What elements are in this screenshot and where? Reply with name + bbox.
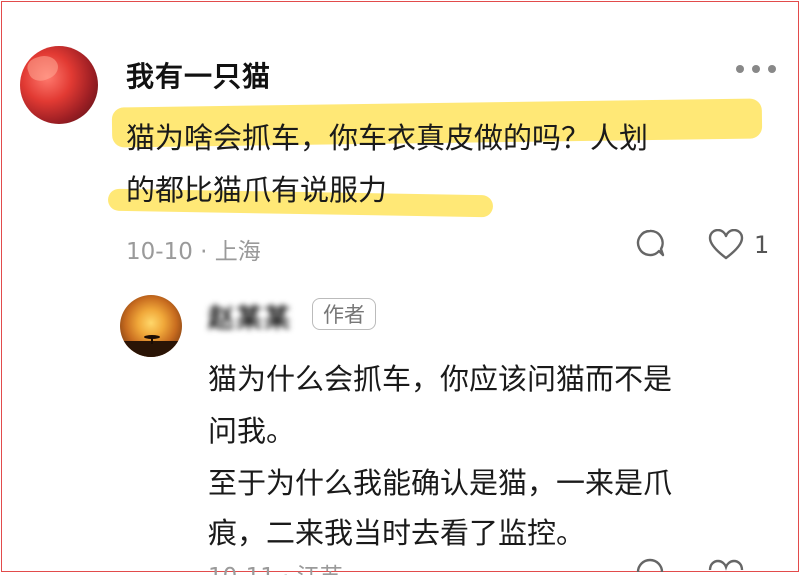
dot-icon <box>736 65 744 73</box>
reply-username[interactable]: 赵某某 <box>208 298 292 335</box>
comment-text-line: 的都比猫爪有说服力 <box>126 173 388 207</box>
dot-icon <box>768 65 776 73</box>
comment-bubble-icon[interactable] <box>635 228 665 258</box>
reply-avatar[interactable] <box>120 295 182 357</box>
heart-icon[interactable] <box>708 558 744 575</box>
reply-text-line: 问我。 <box>208 414 296 448</box>
comment-bubble-icon[interactable] <box>635 557 665 575</box>
reply-meta: 10-11 · 江苏 <box>208 557 343 575</box>
heart-icon[interactable] <box>708 229 744 261</box>
reply-text-line: 痕，二来我当时去看了监控。 <box>208 516 586 550</box>
reply-text-line: 猫为什么会抓车，你应该问猫而不是 <box>208 362 673 396</box>
comment-meta: 10-10 · 上海 <box>126 239 261 265</box>
reply-text-line: 至于为什么我能确认是猫，一来是爪 <box>208 466 673 500</box>
tree-silhouette-icon <box>144 335 160 344</box>
comment-text-line: 猫为啥会抓车，你车衣真皮做的吗？人划 <box>126 121 649 155</box>
commenter-avatar[interactable] <box>20 46 98 124</box>
commenter-username[interactable]: 我有一只猫 <box>126 55 271 95</box>
author-badge: 作者 <box>312 298 376 330</box>
dot-icon <box>752 65 760 73</box>
more-options-icon[interactable] <box>736 62 776 76</box>
like-count: 1 <box>754 231 770 259</box>
